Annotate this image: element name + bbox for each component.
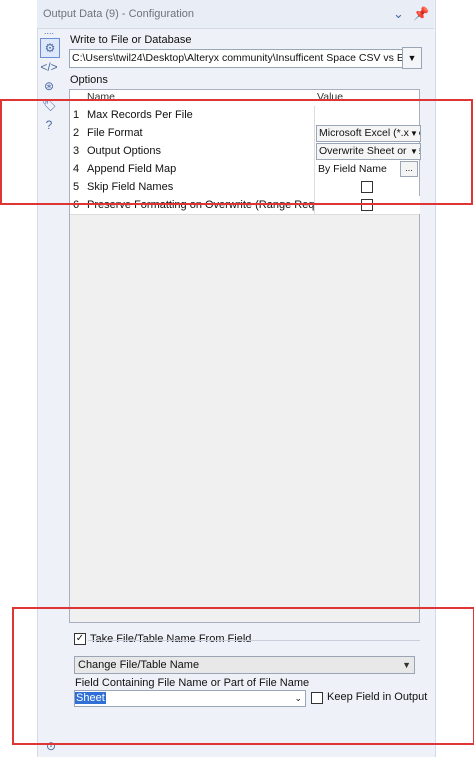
more-dots-icon[interactable]: ....	[40, 27, 58, 36]
window-title: Output Data (9) - Configuration	[43, 8, 195, 20]
path-dropdown-button[interactable]: ▼	[402, 47, 422, 69]
connection-icon[interactable]: ⊛	[40, 77, 58, 95]
pin-icon[interactable]: 📌	[413, 6, 429, 22]
write-label: Write to File or Database	[70, 34, 192, 46]
output-path-input[interactable]: C:\Users\twil24\Desktop\Alteryx communit…	[69, 49, 403, 68]
code-icon[interactable]: </>	[40, 58, 58, 76]
chevron-down-icon[interactable]: ⌄	[393, 6, 404, 22]
highlight-box-take-name	[12, 607, 474, 745]
options-label: Options	[70, 74, 108, 86]
gear-icon[interactable]: ⚙	[40, 38, 60, 58]
highlight-box-options	[0, 99, 473, 205]
title-bar: Output Data (9) - Configuration ⌄ 📌	[37, 0, 434, 29]
